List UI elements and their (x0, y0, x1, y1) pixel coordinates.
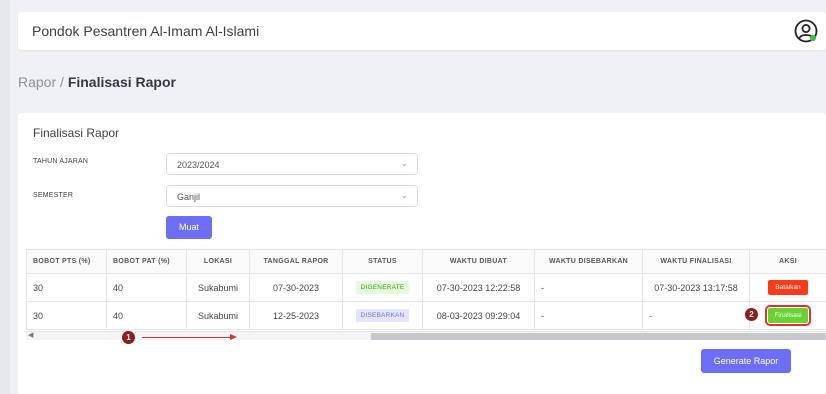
column-header: WAKTU FINALISASI (642, 249, 750, 274)
annotation-marker-2: 2 (745, 308, 758, 321)
sidebar-edge (0, 0, 10, 394)
cell-lokasi: Sukabumi (186, 273, 250, 302)
status-badge: DIGENERATE (355, 281, 410, 294)
column-header: AKSI (749, 249, 826, 274)
finalisasi-card: Finalisasi Rapor TAHUN AJARAN 2023/2024 … (18, 113, 826, 394)
table-row: 30 40 Sukabumi 07-30-2023 DIGENERATE 07-… (26, 273, 826, 302)
tahun-ajaran-select[interactable]: 2023/2024 ⌄ (166, 153, 418, 175)
annotation-arrow-head-icon (230, 334, 237, 340)
card-title: Finalisasi Rapor (33, 126, 120, 140)
semester-label: SEMESTER (33, 192, 74, 199)
column-header: LOKASI (186, 249, 250, 274)
table-row: 30 40 Sukabumi 12-25-2023 DISEBARKAN 08-… (26, 301, 826, 330)
column-header: STATUS (342, 249, 423, 274)
breadcrumb-parent[interactable]: Rapor (18, 74, 56, 90)
cell-aksi: Batalkan (749, 273, 826, 302)
cell-status: DIGENERATE (342, 273, 423, 302)
finalisasi-button[interactable]: Finalisasi (765, 305, 811, 326)
semester-value: Ganjil (177, 192, 201, 202)
generate-rapor-button[interactable]: Generate Rapor (701, 349, 791, 373)
breadcrumb: Rapor / Finalisasi Rapor (18, 74, 176, 90)
cell-waktu-disebarkan: - (534, 301, 643, 330)
column-header: BOBOT PTS (%) (26, 249, 107, 274)
cell-waktu-disebarkan: - (534, 273, 643, 302)
column-header: TANGGAL RAPOR (249, 249, 343, 274)
cell-tanggal-rapor: 07-30-2023 (249, 273, 343, 302)
rapor-table: BOBOT PTS (%) BOBOT PAT (%) LOKASI TANGG… (26, 249, 826, 330)
semester-select[interactable]: Ganjil ⌄ (166, 185, 418, 207)
column-header: WAKTU DISEBARKAN (534, 249, 643, 274)
app-title: Pondok Pesantren Al-Imam Al-Islami (32, 23, 260, 39)
chevron-down-icon: ⌄ (400, 158, 408, 168)
horizontal-scrollbar[interactable]: ◀ ▶ (26, 331, 826, 340)
user-circle-icon[interactable] (794, 19, 818, 43)
annotation-arrow-line (142, 337, 232, 338)
cell-waktu-finalisasi: 07-30-2023 13:17:58 (642, 273, 750, 302)
batalkan-button[interactable]: Batalkan (768, 280, 808, 295)
breadcrumb-separator: / (56, 74, 68, 90)
cell-lokasi: Sukabumi (186, 301, 250, 330)
cell-waktu-dibuat: 07-30-2023 12:22:58 (422, 273, 535, 302)
column-header: BOBOT PAT (%) (106, 249, 187, 274)
cell-status: DISEBARKAN (342, 301, 423, 330)
top-header: Pondok Pesantren Al-Imam Al-Islami (18, 12, 826, 50)
tahun-ajaran-label: TAHUN AJARAN (33, 158, 89, 165)
muat-button[interactable]: Muat (166, 216, 212, 239)
chevron-down-icon: ⌄ (400, 190, 408, 200)
cell-tanggal-rapor: 12-25-2023 (249, 301, 343, 330)
cell-bobot-pts: 30 (26, 273, 107, 302)
scroll-left-icon[interactable]: ◀ (28, 331, 33, 339)
breadcrumb-current: Finalisasi Rapor (67, 74, 176, 90)
cell-bobot-pat: 40 (106, 273, 187, 302)
annotation-marker-1: 1 (122, 331, 135, 344)
cell-aksi: Finalisasi (749, 301, 826, 330)
status-badge: DISEBARKAN (355, 309, 410, 322)
tahun-ajaran-value: 2023/2024 (177, 160, 220, 170)
scrollbar-thumb[interactable] (371, 333, 826, 340)
table-header-row: BOBOT PTS (%) BOBOT PAT (%) LOKASI TANGG… (26, 249, 826, 274)
cell-bobot-pts: 30 (26, 301, 107, 330)
cell-waktu-dibuat: 08-03-2023 09:29:04 (422, 301, 535, 330)
cell-waktu-finalisasi: - (642, 301, 750, 330)
cell-bobot-pat: 40 (106, 301, 187, 330)
column-header: WAKTU DIBUAT (422, 249, 535, 274)
